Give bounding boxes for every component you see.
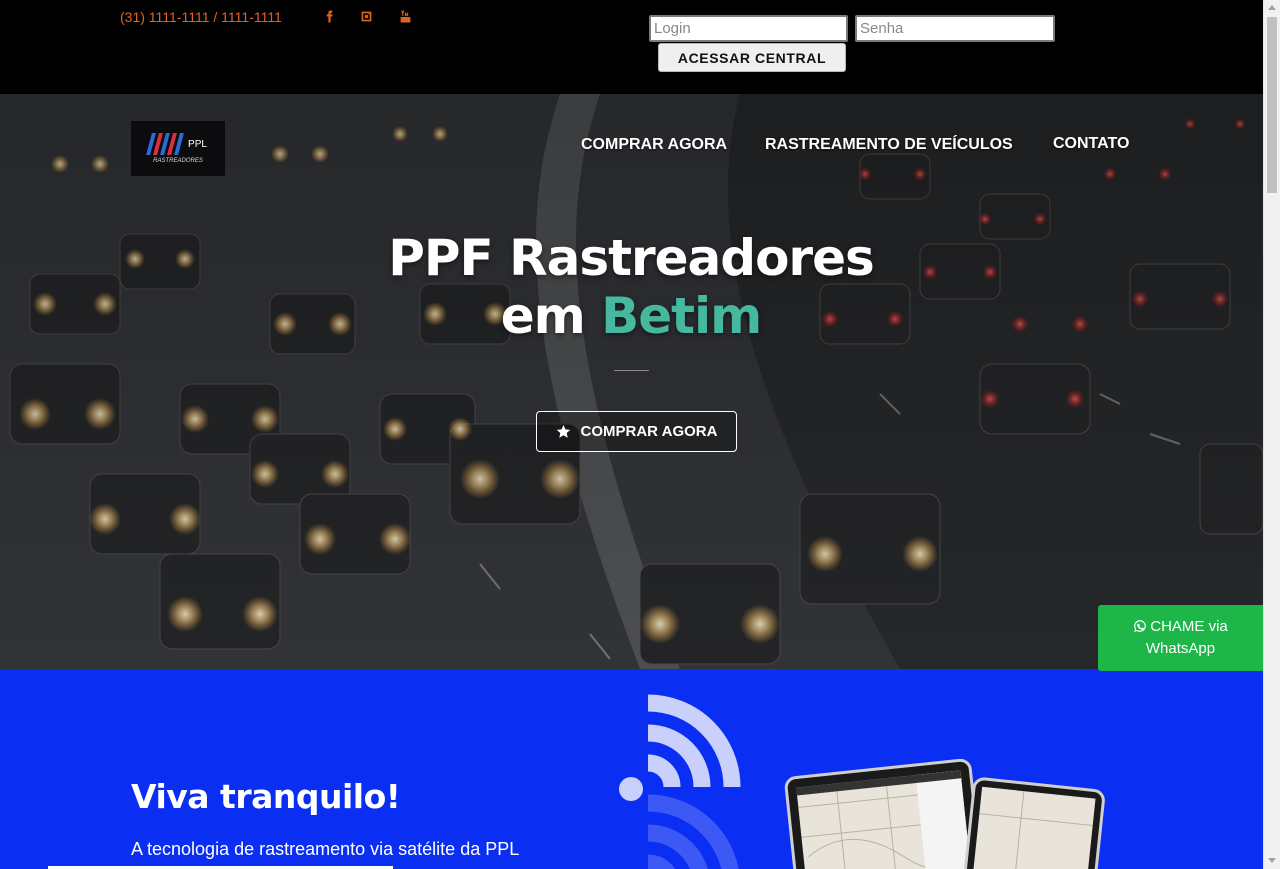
features-text: A tecnologia de rastreamento via satélit… <box>131 839 520 859</box>
instagram-icon[interactable] <box>358 8 374 24</box>
hero-title-city: Betim <box>601 287 762 345</box>
hero-background-image <box>0 94 1263 669</box>
hero-title-line1: PPF Rastreadores <box>388 229 875 287</box>
hero-title-prefix: em <box>500 287 586 345</box>
access-central-button[interactable]: ACESSAR CENTRAL <box>658 43 846 72</box>
features-section: Viva tranquilo! A tecnologia de rastream… <box>0 669 1263 869</box>
scroll-up-arrow[interactable] <box>1268 5 1276 10</box>
hero-buy-button[interactable]: COMPRAR AGORA <box>536 411 737 452</box>
page-scrollbar[interactable] <box>1263 0 1280 869</box>
hero-buy-label: COMPRAR AGORA <box>580 423 718 440</box>
scroll-down-arrow[interactable] <box>1268 858 1276 863</box>
features-title: Viva tranquilo! <box>131 777 401 816</box>
site-logo[interactable]: PPL RASTREADORES <box>131 121 225 176</box>
whatsapp-button[interactable]: CHAME via WhatsApp <box>1098 605 1263 671</box>
login-input[interactable] <box>649 15 848 42</box>
whatsapp-line1: CHAME via <box>1150 618 1228 635</box>
whatsapp-line2: WhatsApp <box>1145 640 1216 657</box>
whatsapp-line1-wrap: CHAME via <box>1133 616 1228 638</box>
nav-comprar-agora[interactable]: COMPRAR AGORA <box>581 136 727 154</box>
hero-title-line2: em Betim <box>331 287 931 345</box>
logo-subtext: RASTREADORES <box>153 158 203 164</box>
logo-text: PPL <box>188 138 207 150</box>
phone-number: (31) 1111-1111 / 1111-1111 <box>120 9 282 25</box>
hero-title: PPF Rastreadores em Betim <box>331 229 931 345</box>
whatsapp-icon <box>1134 620 1147 632</box>
scroll-thumb[interactable] <box>1267 17 1277 193</box>
logo-mark: PPL <box>146 133 207 155</box>
signal-icon <box>619 694 741 869</box>
youtube-icon[interactable] <box>397 8 413 24</box>
password-input[interactable] <box>855 15 1055 42</box>
hero-section: PPL RASTREADORES COMPRAR AGORA RASTREAME… <box>0 94 1263 669</box>
devices-illustration <box>784 759 1105 869</box>
hero-divider <box>614 370 649 371</box>
star-icon <box>556 424 570 438</box>
nav-contato[interactable]: CONTATO <box>1053 135 1129 153</box>
facebook-icon[interactable] <box>321 8 337 24</box>
nav-rastreamento[interactable]: RASTREAMENTO DE VEÍCULOS <box>765 136 1013 154</box>
top-bar: (31) 1111-1111 / 1111-1111 ACESSAR CENTR… <box>0 0 1263 94</box>
